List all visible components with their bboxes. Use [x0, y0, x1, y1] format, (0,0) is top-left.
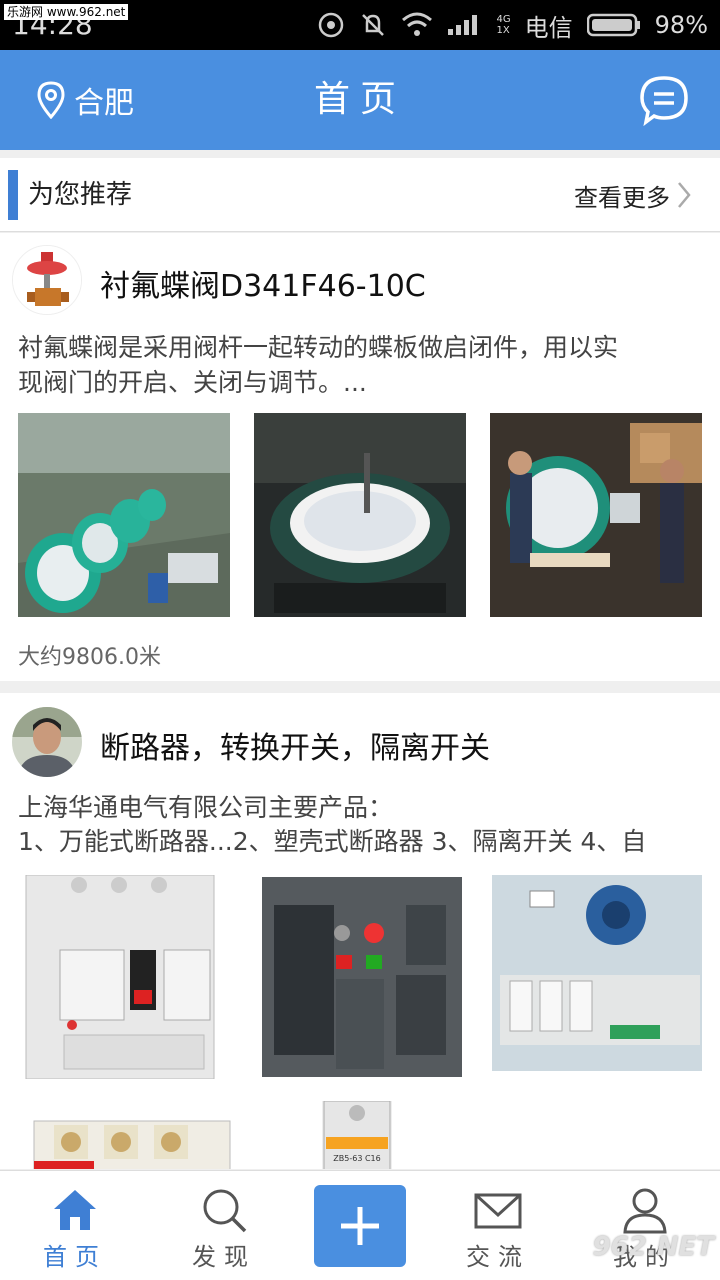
nav-item-chat[interactable]: 交流 [428, 1171, 568, 1280]
location-city: 合肥 [74, 86, 134, 121]
chat-bubble-icon[interactable] [638, 74, 690, 126]
avatar[interactable] [12, 707, 82, 777]
nav-label-chat: 交流 [466, 1243, 530, 1271]
card-title: 断路器，转换开关，隔离开关 [100, 731, 490, 766]
plus-icon [341, 1207, 379, 1245]
card-description-line: 上海华通电气有限公司主要产品： [18, 793, 394, 822]
product-image[interactable] [254, 413, 466, 617]
person-avatar-image [12, 707, 82, 777]
card-description-line: 现阀门的开启、关闭与调节。... [18, 368, 367, 397]
network-1x: 1X [496, 25, 510, 36]
status-watermark: 乐游网 www.962.net [4, 4, 129, 20]
product-image[interactable] [490, 875, 702, 1079]
recommend-section-header: 为您推荐 查看更多 [0, 158, 720, 232]
section-title: 为您推荐 [28, 180, 133, 210]
product-image[interactable]: ZB5-63 C16 [322, 1101, 392, 1169]
user-icon [623, 1188, 667, 1234]
app-header: 合肥 首页 [0, 50, 720, 150]
hotspot-icon [318, 12, 343, 38]
card-title: 衬氟蝶阀D341F46-10C [100, 269, 426, 304]
nav-item-discover[interactable]: 发现 [154, 1171, 294, 1280]
chevron-right-icon [678, 182, 691, 208]
battery-percent: 98% [654, 11, 708, 39]
product-image[interactable] [490, 413, 702, 617]
mail-icon [474, 1193, 522, 1229]
wifi-icon [401, 12, 432, 36]
site-watermark: 962.NET [592, 1232, 714, 1262]
search-icon [203, 1189, 247, 1233]
product-card-breaker[interactable]: 断路器，转换开关，隔离开关 上海华通电气有限公司主要产品： 1、万能式断路器..… [0, 693, 720, 1169]
nav-item-home[interactable]: 首页 [5, 1171, 145, 1280]
avatar[interactable] [12, 245, 82, 315]
status-icons: 4G 1X 电信 98% [317, 8, 708, 42]
network-type: 4G 1X [497, 14, 511, 36]
distance-label: 大约9806.0米 [18, 645, 161, 670]
battery-icon [586, 13, 640, 37]
home-icon [54, 1190, 96, 1230]
signal-icon [447, 15, 477, 35]
breaker-model-text: ZB5-63 C16 [333, 1154, 380, 1163]
section-accent-bar [8, 170, 18, 220]
location-pin-icon [37, 81, 65, 119]
carrier: 电信 [524, 13, 573, 42]
product-image[interactable] [256, 875, 468, 1079]
product-image[interactable] [18, 413, 230, 617]
card-description-line: 衬氟蝶阀是采用阀杆一起转动的蝶板做启闭件，用以实 [18, 333, 619, 362]
nav-item-profile[interactable]: 我的 [575, 1171, 715, 1280]
product-image[interactable] [24, 875, 236, 1079]
valve-avatar-image [13, 246, 81, 314]
product-card-valve[interactable]: 衬氟蝶阀D341F46-10C 衬氟蝶阀是采用阀杆一起转动的蝶板做启闭件，用以实… [0, 233, 720, 681]
status-bar: 14:28 乐游网 www.962.net 4G 1X 电信 98% [0, 0, 720, 50]
add-post-button[interactable] [314, 1185, 406, 1267]
card-description-line: 1、万能式断路器...2、塑壳式断路器 3、隔离开关 4、自 [18, 827, 647, 856]
view-more-label: 查看更多 [574, 183, 670, 212]
mute-icon [361, 14, 384, 36]
product-image[interactable] [24, 1101, 236, 1169]
bottom-nav: 首页 发现 交流 我的 [0, 1170, 720, 1280]
nav-label-discover: 发现 [192, 1243, 256, 1271]
location-selector[interactable]: 合肥 [36, 50, 134, 150]
network-4g: 4G [496, 14, 511, 25]
view-more-link[interactable]: 查看更多 [574, 158, 692, 232]
nav-label-home: 首页 [43, 1243, 107, 1271]
